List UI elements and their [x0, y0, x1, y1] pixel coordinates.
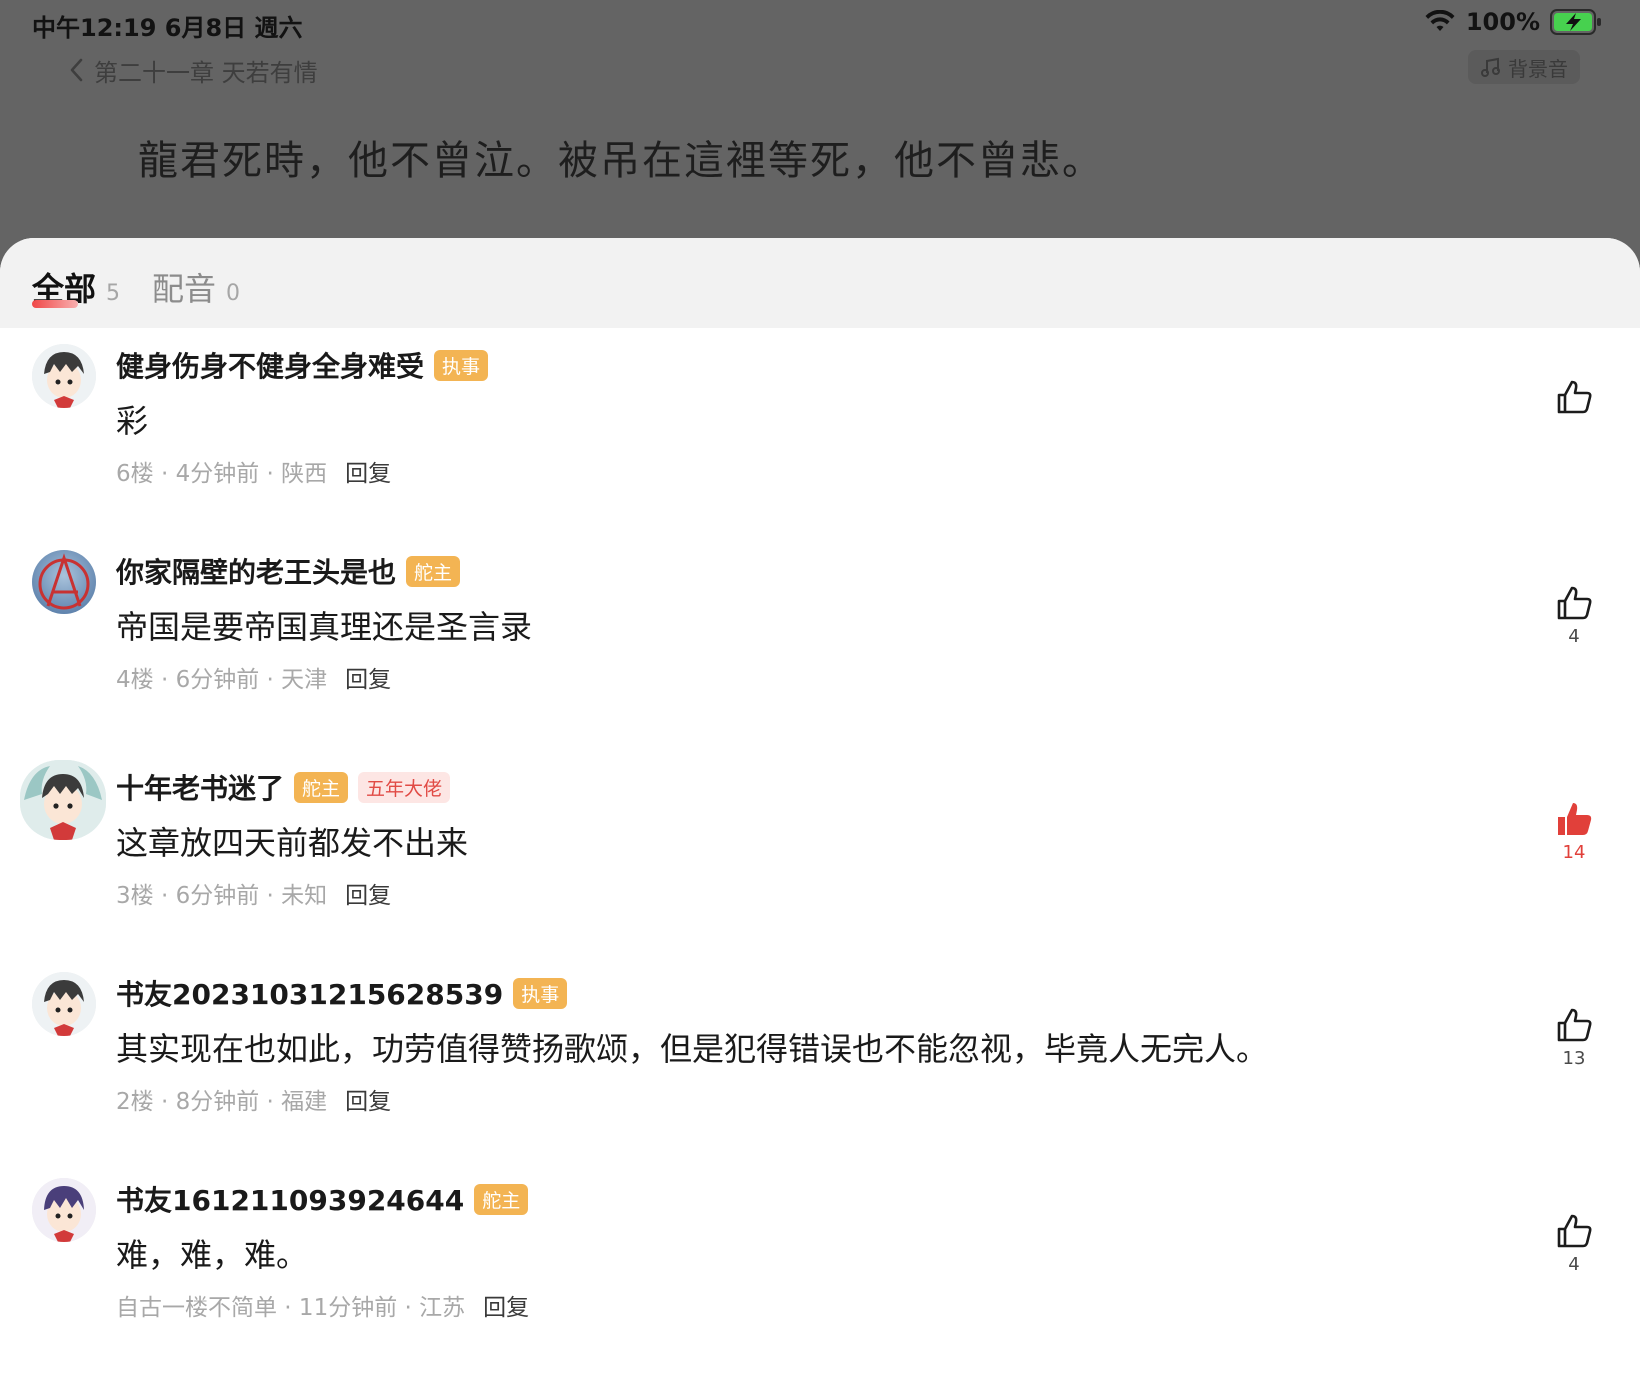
reply-button[interactable]: 回复 [345, 660, 391, 694]
comment-item: 书友20231031215628539 执事 其实现在也如此，功劳值得赞扬歌颂，… [0, 972, 1640, 1172]
like-button[interactable]: 4 [1542, 1212, 1606, 1275]
comment-item: 健身伤身不健身全身难受 执事 彩 6楼 · 4分钟前 · 陕西 回复 [0, 344, 1640, 544]
avatar[interactable] [20, 760, 106, 840]
avatar[interactable] [32, 550, 96, 614]
avatar[interactable] [32, 972, 96, 1036]
comment-header: 你家隔壁的老王头是也 舵主 [116, 551, 461, 591]
chapter-title: 第二十一章 天若有情 [94, 58, 318, 87]
like-button[interactable] [1542, 378, 1606, 420]
comment-item: 十年老书迷了 舵主 五年大佬 这章放四天前都发不出来 3楼 · 6分钟前 · 未… [0, 760, 1640, 966]
username[interactable]: 健身伤身不健身全身难受 [116, 345, 424, 385]
thumbs-up-icon [1557, 1008, 1592, 1042]
role-badge: 舵主 [406, 555, 461, 587]
comment-header: 书友161211093924644 舵主 [116, 1179, 529, 1219]
role-badge: 执事 [434, 349, 489, 381]
seniority-badge: 五年大佬 [358, 771, 451, 803]
avatar-image [32, 550, 96, 614]
comments-sheet: 全部 5 配音 0 健身伤身不健身全身难受 执事 彩 6楼 · 4分钟前 · 陕… [0, 238, 1640, 1380]
avatar-image [32, 344, 96, 408]
comment-meta-info: 6楼 · 4分钟前 · 陕西 [116, 461, 328, 487]
chapter-back-button[interactable]: 第二十一章 天若有情 [66, 50, 318, 90]
comment-text: 其实现在也如此，功劳值得赞扬歌颂，但是犯得错误也不能忽视，毕竟人无完人。 [116, 1030, 1269, 1068]
comment-meta-info: 2楼 · 8分钟前 · 福建 [116, 1089, 328, 1115]
thumbs-up-icon [1557, 586, 1592, 620]
username[interactable]: 你家隔壁的老王头是也 [116, 551, 396, 591]
comment-tabs: 全部 5 配音 0 [0, 238, 1640, 328]
comment-header: 健身伤身不健身全身难受 执事 [116, 345, 489, 385]
tab-dubbing[interactable]: 配音 0 [152, 264, 240, 310]
tab-count: 0 [226, 281, 241, 306]
like-button[interactable]: 13 [1542, 1006, 1606, 1069]
role-badge: 舵主 [294, 771, 349, 803]
thumbs-up-icon [1557, 1214, 1592, 1248]
reply-button[interactable]: 回复 [345, 454, 391, 488]
thumbs-up-filled-icon [1558, 803, 1592, 835]
status-indicators: 100% [1424, 8, 1602, 36]
avatar-image [32, 972, 96, 1036]
avatar[interactable] [32, 1178, 96, 1242]
reply-button[interactable]: 回复 [483, 1288, 529, 1322]
avatar-image [20, 760, 106, 840]
comment-item: 你家隔壁的老王头是也 舵主 帝国是要帝国真理还是圣言录 4楼 · 6分钟前 · … [0, 550, 1640, 750]
comment-text: 彩 [116, 402, 149, 440]
comment-meta: 2楼 · 8分钟前 · 福建 回复 [116, 1082, 391, 1116]
comment-text: 难，难，难。 [116, 1236, 309, 1274]
comment-header: 书友20231031215628539 执事 [116, 973, 568, 1013]
like-count: 4 [1568, 626, 1580, 647]
comment-meta: 6楼 · 4分钟前 · 陕西 回复 [116, 454, 391, 488]
role-badge: 舵主 [474, 1183, 529, 1215]
reply-button[interactable]: 回复 [345, 1082, 391, 1116]
role-badge: 执事 [513, 977, 568, 1009]
chevron-left-icon [70, 58, 83, 82]
username[interactable]: 书友161211093924644 [116, 1179, 464, 1219]
comment-text: 这章放四天前都发不出来 [116, 824, 469, 862]
wifi-icon [1425, 10, 1455, 31]
thumbs-up-icon [1557, 380, 1592, 414]
background-sound-button[interactable]: 背景音 [1468, 50, 1580, 84]
status-time: 中午12:19 6月8日 週六 [32, 14, 303, 42]
comment-header: 十年老书迷了 舵主 五年大佬 [116, 767, 451, 807]
background-sound-label: 背景音 [1508, 56, 1568, 81]
reply-button[interactable]: 回复 [345, 876, 391, 910]
avatar[interactable] [32, 344, 96, 408]
comment-meta-info: 4楼 · 6分钟前 · 天津 [116, 667, 328, 693]
username[interactable]: 书友20231031215628539 [116, 973, 503, 1013]
comment-item: 书友161211093924644 舵主 难，难，难。 自古一楼不简单 · 11… [0, 1178, 1640, 1378]
comment-meta-info: 3楼 · 6分钟前 · 未知 [116, 883, 328, 909]
comment-meta-info: 自古一楼不简单 · 11分钟前 · 江苏 [116, 1295, 466, 1321]
comment-meta: 4楼 · 6分钟前 · 天津 回复 [116, 660, 391, 694]
avatar-image [32, 1178, 96, 1242]
like-count: 14 [1562, 842, 1586, 863]
like-button[interactable]: 4 [1542, 584, 1606, 647]
status-bar: 中午12:19 6月8日 週六 100% [0, 0, 1640, 48]
like-button-active[interactable]: 14 [1542, 800, 1606, 863]
comment-meta: 3楼 · 6分钟前 · 未知 回复 [116, 876, 391, 910]
username[interactable]: 十年老书迷了 [116, 767, 284, 807]
like-count: 13 [1562, 1048, 1586, 1069]
battery-charging-icon [1550, 9, 1601, 35]
active-tab-indicator [32, 300, 78, 308]
tab-count: 5 [106, 281, 121, 306]
comment-meta: 自古一楼不简单 · 11分钟前 · 江苏 回复 [116, 1288, 529, 1322]
music-note-icon [1481, 57, 1500, 77]
comment-text: 帝国是要帝国真理还是圣言录 [116, 608, 533, 646]
battery-percent: 100% [1465, 8, 1540, 36]
like-count: 4 [1568, 1254, 1580, 1275]
tab-label: 配音 [152, 270, 217, 308]
reader-paragraph: 龍君死時，他不曾泣。被吊在這裡等死，他不曾悲。 [138, 138, 1104, 184]
